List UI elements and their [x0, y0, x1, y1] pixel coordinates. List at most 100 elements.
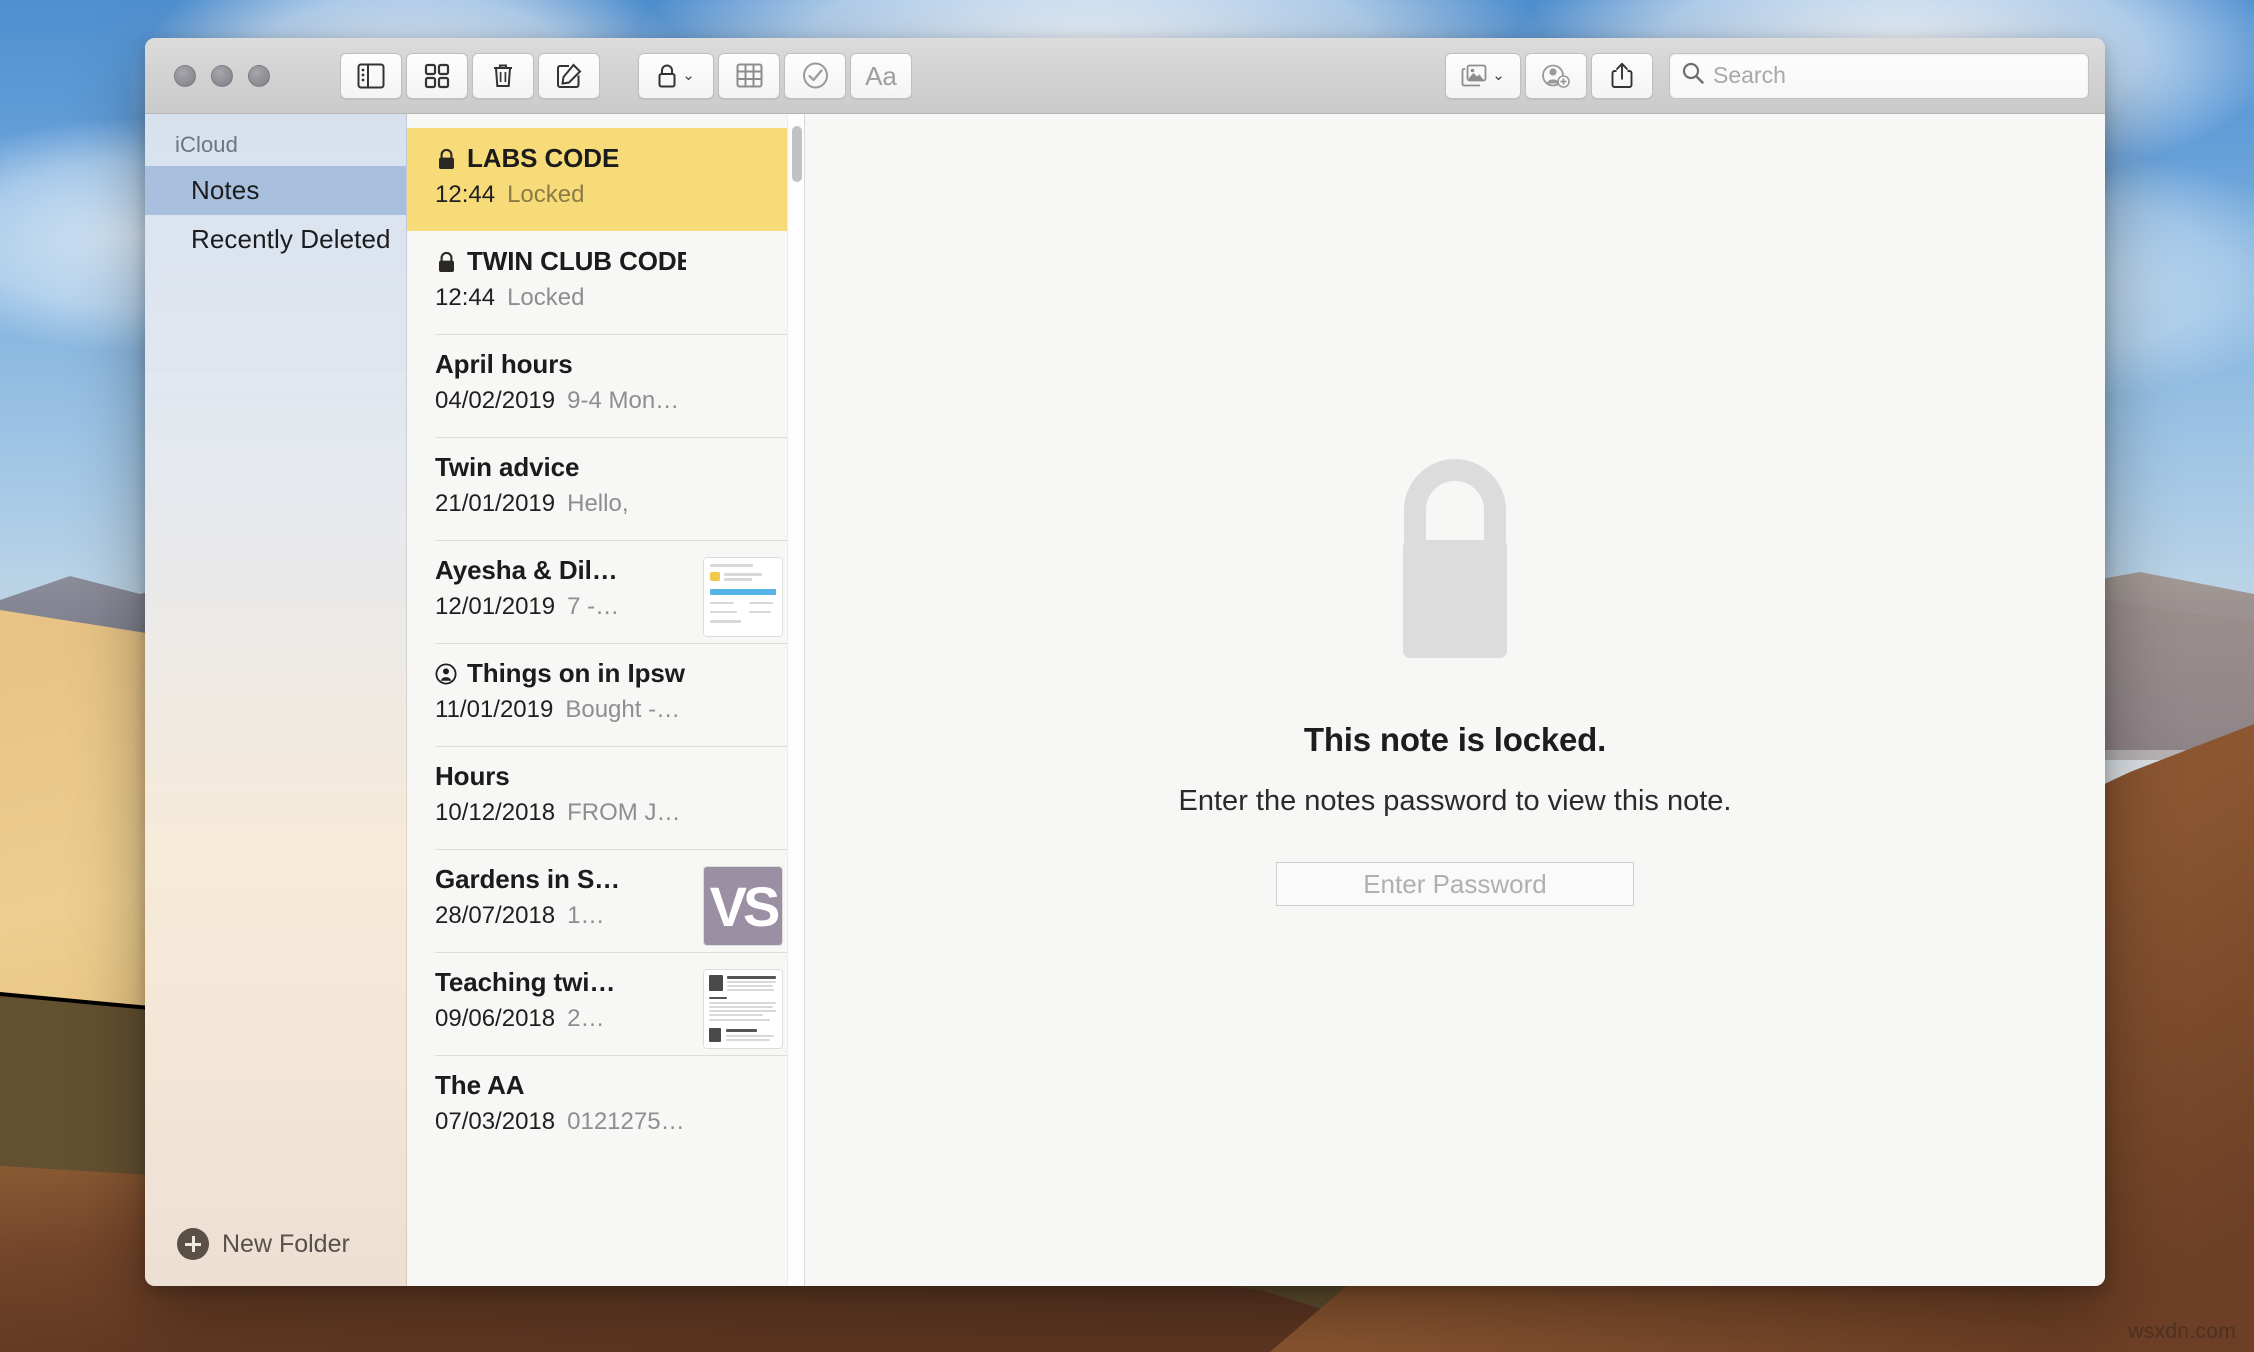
person-add-icon [1542, 63, 1570, 89]
note-date: 10/12/2018 [435, 799, 556, 826]
password-placeholder: Enter Password [1363, 868, 1547, 899]
image-watermark: wsxdn.com [2128, 1320, 2236, 1343]
sidebar-item-notes[interactable]: Notes [145, 166, 406, 215]
note-title: Gardens in S… [435, 864, 621, 894]
note-list-item[interactable]: Teaching twi… 09/06/2018 2… [407, 952, 804, 1055]
zoom-button[interactable] [248, 64, 270, 87]
note-snippet: FROM JAN… [567, 799, 686, 826]
sidebar-item-recently-deleted[interactable]: Recently Deleted [145, 215, 406, 264]
sidebar-item-label: Notes [191, 175, 260, 205]
note-thumbnail [704, 558, 782, 636]
note-date: 04/02/2019 [435, 387, 556, 414]
note-snippet: Locked [507, 284, 585, 311]
note-list-item[interactable]: The AA 07/03/2018 012127537… [407, 1055, 804, 1158]
notes-list-scrollbar[interactable] [787, 114, 804, 1286]
toolbar-group-edit: ⌄ Aa [638, 52, 912, 99]
compose-icon [556, 62, 583, 89]
note-title: Hours [435, 761, 510, 791]
compose-note-button[interactable] [538, 52, 600, 99]
checkmark-circle-icon [802, 62, 829, 89]
toolbar-group-view [340, 52, 600, 99]
chevron-down-icon: ⌄ [682, 67, 695, 84]
sidebar-icon [357, 63, 385, 89]
lock-icon [435, 148, 457, 170]
locked-note-message: This note is locked. Enter the notes pas… [1178, 458, 1732, 906]
note-date: 28/07/2018 [435, 902, 556, 929]
scrollbar-thumb[interactable] [791, 126, 802, 182]
traffic-lights [174, 64, 270, 87]
note-detail-pane: This note is locked. Enter the notes pas… [805, 114, 2105, 1286]
toolbar-group-share: ⌄ Search [1445, 52, 2089, 99]
desktop-wallpaper: wsxdn.com ⌄ Aa ⌄ Search iCloud Notes Rec… [0, 0, 2254, 1352]
note-list-item[interactable]: Ayesha & Dil… 12/01/2019 7 -… [407, 540, 804, 643]
locked-title: This note is locked. [1303, 721, 1607, 758]
checklist-button[interactable] [784, 52, 846, 99]
share-icon [1611, 62, 1633, 89]
note-list-item[interactable]: Things on in Ipswich… 11/01/2019 Bought - … [407, 643, 804, 746]
note-date: 07/03/2018 [435, 1108, 556, 1135]
note-list-item[interactable]: April hours 04/02/2019 9-4 Mond… [407, 334, 804, 437]
note-snippet: Hello, [567, 490, 629, 517]
search-icon [1682, 62, 1704, 89]
note-date: 09/06/2018 [435, 1005, 556, 1032]
note-date: 21/01/2019 [435, 490, 556, 517]
note-title: TWIN CLUB CODE [467, 246, 686, 276]
new-folder-button[interactable]: New Folder [145, 1228, 406, 1286]
note-list-item[interactable]: TWIN CLUB CODE 12:44 Locked [407, 231, 804, 334]
note-snippet: Locked [507, 181, 585, 208]
minimize-button[interactable] [211, 64, 233, 87]
note-title: April hours [435, 349, 573, 379]
photos-icon [1461, 64, 1487, 88]
sidebar-section-icloud: iCloud [175, 132, 238, 157]
note-snippet: 9-4 Mond… [567, 387, 686, 414]
note-thumbnail: VS [704, 867, 782, 945]
note-title: LABS CODE [467, 143, 620, 173]
locked-subtitle: Enter the notes password to view this no… [1178, 785, 1732, 817]
delete-note-button[interactable] [472, 52, 534, 99]
note-snippet: 012127537… [567, 1108, 686, 1135]
lock-icon [657, 63, 677, 89]
window-toolbar: ⌄ Aa ⌄ Search [145, 38, 2105, 114]
note-thumbnail [704, 970, 782, 1048]
note-title: Things on in Ipswich… [467, 658, 686, 688]
shared-person-icon [435, 662, 457, 685]
sidebar-item-label: Recently Deleted [191, 224, 391, 254]
add-people-button[interactable] [1525, 52, 1587, 99]
sidebar-toggle-button[interactable] [340, 52, 402, 99]
insert-media-button[interactable]: ⌄ [1445, 52, 1521, 99]
share-button[interactable] [1591, 52, 1653, 99]
note-snippet: 1… [567, 902, 605, 929]
trash-icon [491, 62, 515, 90]
table-icon [736, 63, 763, 88]
sidebar: iCloud Notes Recently Deleted New Folder [145, 114, 407, 1286]
lock-note-button[interactable]: ⌄ [638, 52, 714, 99]
chevron-down-icon: ⌄ [1492, 67, 1505, 84]
large-lock-icon [1179, 458, 1732, 667]
note-title: Twin advice [435, 452, 580, 482]
notes-window: ⌄ Aa ⌄ Search iCloud Notes Recently Dele… [145, 38, 2105, 1286]
note-title: Teaching twi… [435, 967, 616, 997]
note-list-item[interactable]: LABS CODE 12:44 Locked [407, 128, 804, 231]
note-list-item[interactable]: Hours 10/12/2018 FROM JAN… [407, 746, 804, 849]
plus-circle-icon [177, 1228, 209, 1260]
search-input[interactable]: Search [1669, 52, 2089, 99]
note-date: 12/01/2019 [435, 593, 556, 620]
format-text-button[interactable]: Aa [850, 52, 912, 99]
password-input[interactable]: Enter Password [1275, 862, 1634, 906]
note-snippet: Bought - S… [565, 696, 686, 723]
note-date: 11/01/2019 [435, 696, 554, 723]
note-date: 12:44 [435, 181, 496, 208]
note-list-item[interactable]: Twin advice 21/01/2019 Hello, [407, 437, 804, 540]
aa-text-icon: Aa [865, 60, 897, 91]
window-body: iCloud Notes Recently Deleted New Folder… [145, 114, 2105, 1286]
search-placeholder: Search [1713, 62, 1786, 88]
notes-list[interactable]: LABS CODE 12:44 Locked TWIN CLUB CODE 12:44 L… [407, 114, 804, 1286]
lock-icon [435, 251, 457, 273]
insert-table-button[interactable] [718, 52, 780, 99]
note-title: Ayesha & Dil… [435, 555, 618, 585]
note-snippet: 2… [567, 1005, 605, 1032]
close-button[interactable] [174, 64, 196, 87]
note-list-item[interactable]: Gardens in S… 28/07/2018 1… VS [407, 849, 804, 952]
gallery-view-button[interactable] [406, 52, 468, 99]
